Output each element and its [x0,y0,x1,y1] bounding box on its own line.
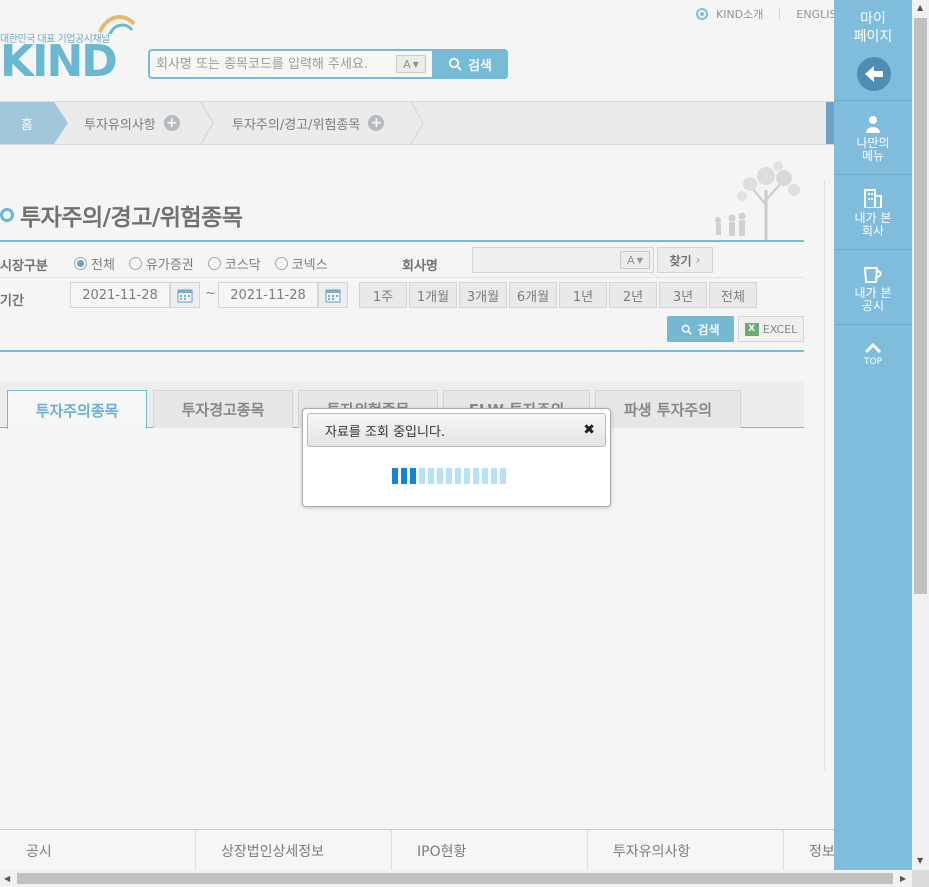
scroll-left-arrow-icon[interactable]: ◀ [4,874,10,883]
progress-segment [410,468,416,484]
progress-segment [401,468,407,484]
progress-segment [473,468,479,484]
sidebar-item-viewed-companies[interactable]: 내가 본 회사 [834,176,912,250]
sidebar-item-label: 내가 본 회사 [854,211,892,238]
progress-segment [482,468,488,484]
close-icon[interactable]: ✖ [583,422,595,438]
progress-segment [500,468,506,484]
sidebar-item-my-menu[interactable]: 나만의 메뉴 [834,101,912,175]
vertical-scroll-thumb[interactable] [914,18,927,594]
sidebar-mypage-label[interactable]: 마이 페이지 [834,10,912,46]
person-icon [834,111,912,133]
chevron-up-icon [864,342,882,354]
loading-message: 자료를 조회 중입니다. [325,424,446,440]
scroll-up-arrow-icon[interactable]: ▲ [917,3,923,12]
scroll-top-label: TOP [863,357,882,367]
scroll-top-button[interactable]: TOP [834,342,912,367]
sidebar-item-viewed-disclosures[interactable]: 내가 본 공시 [834,251,912,325]
cup-icon [834,261,912,283]
progress-segment [491,468,497,484]
sidebar-collapse-button[interactable] [857,57,891,91]
arrow-left-icon [865,66,883,82]
progress-segment [464,468,470,484]
horizontal-scrollbar[interactable]: ◀ ▶ [0,870,912,887]
page: 대한민국 대표 기업공시채널 KIND KIND소개 ENGLISH A ▼ 검… [0,0,912,870]
loading-progress-bar [392,468,506,484]
scroll-down-arrow-icon[interactable]: ▼ [917,856,923,865]
scrollbar-corner [912,870,929,887]
scroll-right-arrow-icon[interactable]: ▶ [900,874,906,883]
horizontal-scroll-thumb[interactable] [17,873,893,884]
progress-segment [455,468,461,484]
loading-dialog-header: 자료를 조회 중입니다. ✖ [307,413,606,447]
progress-segment [392,468,398,484]
building-icon [834,186,912,208]
progress-segment [437,468,443,484]
sidebar-mypage: 마이 페이지 [834,0,912,101]
vertical-scrollbar[interactable]: ▲ ▼ [912,0,929,870]
progress-segment [446,468,452,484]
quick-sidebar: 마이 페이지 나만의 메뉴 내가 본 회사 내가 본 공시 TOP [834,0,912,887]
progress-segment [419,468,425,484]
sidebar-item-label: 내가 본 공시 [854,286,892,313]
sidebar-item-label: 나만의 메뉴 [856,136,890,163]
loading-dialog: 자료를 조회 중입니다. ✖ [302,408,611,507]
progress-segment [428,468,434,484]
